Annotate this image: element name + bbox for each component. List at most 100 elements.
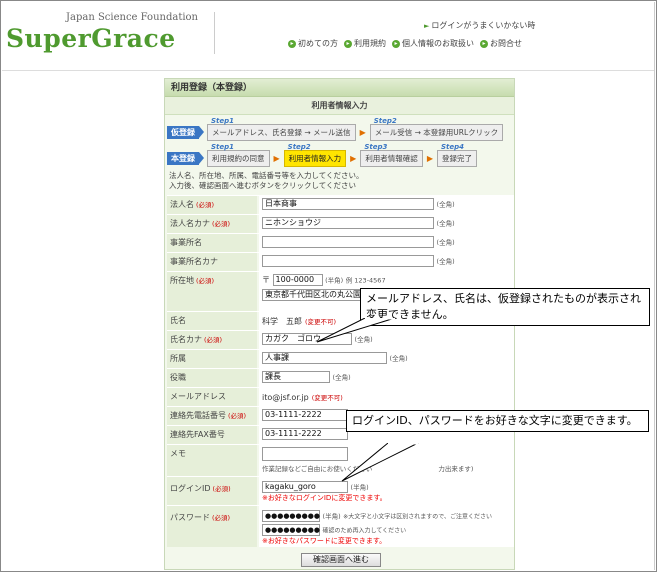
nav-privacy[interactable]: ▸ 個人情報のお取扱い bbox=[392, 38, 474, 49]
site-logo[interactable]: SuperGrace bbox=[6, 24, 176, 53]
row-office-kana: 事業所名カナ (全角) bbox=[167, 252, 514, 271]
row-value: 人事課 (全角) bbox=[259, 350, 514, 368]
full-step-3: Step3 利用者情報確認 bbox=[360, 143, 423, 167]
provisional-step-1: Step1 メールアドレス、氏名登録 → メール送信 bbox=[207, 117, 356, 141]
arrow-right-icon: ► bbox=[424, 22, 430, 30]
zenkaku-note: (全角) bbox=[436, 219, 455, 228]
step-label: メール受信 → 本登録用URLクリック bbox=[374, 127, 499, 137]
required-mark: (必須) bbox=[212, 485, 231, 493]
zenkaku-note: (全角) bbox=[436, 238, 455, 247]
password-case-note: ※大文字と小文字は区別されますので、ご注意ください bbox=[343, 513, 492, 521]
login-help-label: ログインがうまくいかない時 bbox=[431, 21, 536, 30]
password-confirm-note: 確認のため再入力してください bbox=[322, 527, 407, 535]
row-password: パスワード (必須) ●●●●●●●●● (半角) ※大文字と小文字は区別されます… bbox=[167, 505, 514, 547]
nav-terms[interactable]: ▸ 利用規約 bbox=[344, 38, 386, 49]
corp-kana-input[interactable]: ニホンショウジ bbox=[262, 217, 434, 229]
hankaku-note: (半角) bbox=[350, 483, 369, 492]
step-arrow-icon: ▶ bbox=[350, 153, 357, 163]
row-label: 所在地 (必須) bbox=[167, 272, 257, 311]
step-number: Step2 bbox=[373, 116, 397, 125]
nav-first-time[interactable]: ▸ 初めての方 bbox=[288, 38, 338, 49]
step-label: 利用者情報入力 bbox=[288, 153, 342, 163]
row-label: 法人名 (必須) bbox=[167, 196, 257, 214]
step-number: Step4 bbox=[440, 142, 464, 151]
label-text: 事業所名カナ bbox=[170, 257, 218, 266]
label-text: メモ bbox=[170, 449, 186, 458]
postal-code-input[interactable]: 100-0000 bbox=[272, 274, 323, 286]
hankaku-note: (半角) bbox=[325, 276, 344, 285]
zenkaku-note: (全角) bbox=[436, 200, 455, 209]
fax-input[interactable]: 03-1111-2222 bbox=[262, 428, 348, 440]
row-value: (全角) bbox=[259, 234, 514, 252]
row-corp-name: 法人名 (必須) 日本商事 (全角) bbox=[167, 195, 514, 214]
provisional-steps: 仮登録 Step1 メールアドレス、氏名登録 → メール送信 ▶ Step2 メール… bbox=[167, 117, 504, 143]
row-label: メールアドレス bbox=[167, 388, 257, 406]
position-input[interactable]: 課長 bbox=[262, 371, 330, 383]
org-name: Japan Science Foundation bbox=[66, 12, 198, 23]
row-label: ログインID (必須) bbox=[167, 477, 257, 505]
name-readonly-value: 科学 五郎 bbox=[262, 317, 302, 326]
login-help-link[interactable]: ► ログインがうまくいかない時 bbox=[424, 20, 535, 31]
provisional-step-2: Step2 メール受信 → 本登録用URLクリック bbox=[369, 117, 504, 141]
password-input[interactable]: ●●●●●●●●● bbox=[262, 510, 320, 522]
label-text: 氏名カナ bbox=[170, 335, 202, 344]
label-text: パスワード bbox=[170, 513, 210, 522]
office-kana-input[interactable] bbox=[262, 255, 434, 267]
row-email: メールアドレス ito@jsf.or.jp (変更不可) bbox=[167, 387, 514, 406]
password-note: ※お好きなパスワードに変更できます。 bbox=[262, 537, 387, 545]
row-office-name: 事業所名 (全角) bbox=[167, 233, 514, 252]
row-value: 日本商事 (全角) bbox=[259, 196, 514, 214]
label-text: ログインID bbox=[170, 484, 211, 493]
row-value: ito@jsf.or.jp (変更不可) bbox=[259, 388, 514, 406]
arrow-circle-icon: ▸ bbox=[288, 39, 296, 48]
nav-label: 利用規約 bbox=[354, 39, 386, 48]
row-label: 連絡先電話番号 (必須) bbox=[167, 407, 257, 425]
full-tag: 本登録 bbox=[167, 151, 204, 165]
required-mark: (必須) bbox=[212, 514, 231, 522]
header-rule bbox=[2, 70, 654, 71]
required-mark: (必須) bbox=[228, 412, 247, 420]
readonly-note: (変更不可) bbox=[311, 394, 343, 402]
row-label: 事業所名カナ bbox=[167, 253, 257, 271]
arrow-circle-icon: ▸ bbox=[344, 39, 352, 48]
arrow-circle-icon: ▸ bbox=[480, 39, 488, 48]
step-number: Step3 bbox=[364, 142, 388, 151]
office-name-input[interactable] bbox=[262, 236, 434, 248]
callout-login-pointer bbox=[341, 443, 419, 482]
row-label: 法人名カナ (必須) bbox=[167, 215, 257, 233]
login-id-note: ※お好きなログインIDに変更できます。 bbox=[262, 494, 387, 502]
zenkaku-note: (全角) bbox=[389, 354, 408, 363]
label-text: 法人名カナ bbox=[170, 219, 210, 228]
label-text: 氏名 bbox=[170, 316, 186, 325]
password-confirm-input[interactable]: ●●●●●●●●● bbox=[262, 524, 320, 536]
department-input[interactable]: 人事課 bbox=[262, 352, 387, 364]
row-label: 所属 bbox=[167, 350, 257, 368]
row-value: ニホンショウジ (全角) bbox=[259, 215, 514, 233]
row-label: 氏名 bbox=[167, 312, 257, 330]
phone-input[interactable]: 03-1111-2222 bbox=[262, 409, 348, 421]
memo-textarea[interactable] bbox=[262, 447, 348, 461]
step-label: メールアドレス、氏名登録 → メール送信 bbox=[212, 127, 351, 137]
confirm-button[interactable]: 確認画面へ進む bbox=[301, 553, 381, 567]
row-label: 連絡先FAX番号 bbox=[167, 426, 257, 444]
row-label: パスワード (必須) bbox=[167, 506, 257, 547]
callout-readonly-pointer bbox=[316, 318, 396, 343]
nav-contact[interactable]: ▸ お問合せ bbox=[480, 38, 522, 49]
step-number: Step1 bbox=[211, 142, 235, 151]
provisional-tag: 仮登録 bbox=[167, 125, 204, 139]
header-divider bbox=[214, 12, 215, 54]
row-label: 氏名カナ (必須) bbox=[167, 331, 257, 349]
row-label: メモ bbox=[167, 445, 257, 476]
required-mark: (必須) bbox=[212, 220, 231, 228]
registration-form: 法人名 (必須) 日本商事 (全角) 法人名カナ (必須) ニホンショウジ (全角)… bbox=[167, 195, 514, 547]
required-mark: (必須) bbox=[204, 336, 223, 344]
zenkaku-note: (全角) bbox=[332, 373, 351, 382]
label-text: 法人名 bbox=[170, 200, 194, 209]
login-id-input[interactable]: kagaku_goro bbox=[262, 481, 348, 493]
row-value: 課長 (全角) bbox=[259, 369, 514, 387]
step-number: Step2 bbox=[287, 142, 311, 151]
corp-name-input[interactable]: 日本商事 bbox=[262, 198, 434, 210]
postal-example: 例 123-4567 bbox=[345, 276, 386, 285]
row-value: (全角) bbox=[259, 253, 514, 271]
label-text: 役職 bbox=[170, 373, 186, 382]
